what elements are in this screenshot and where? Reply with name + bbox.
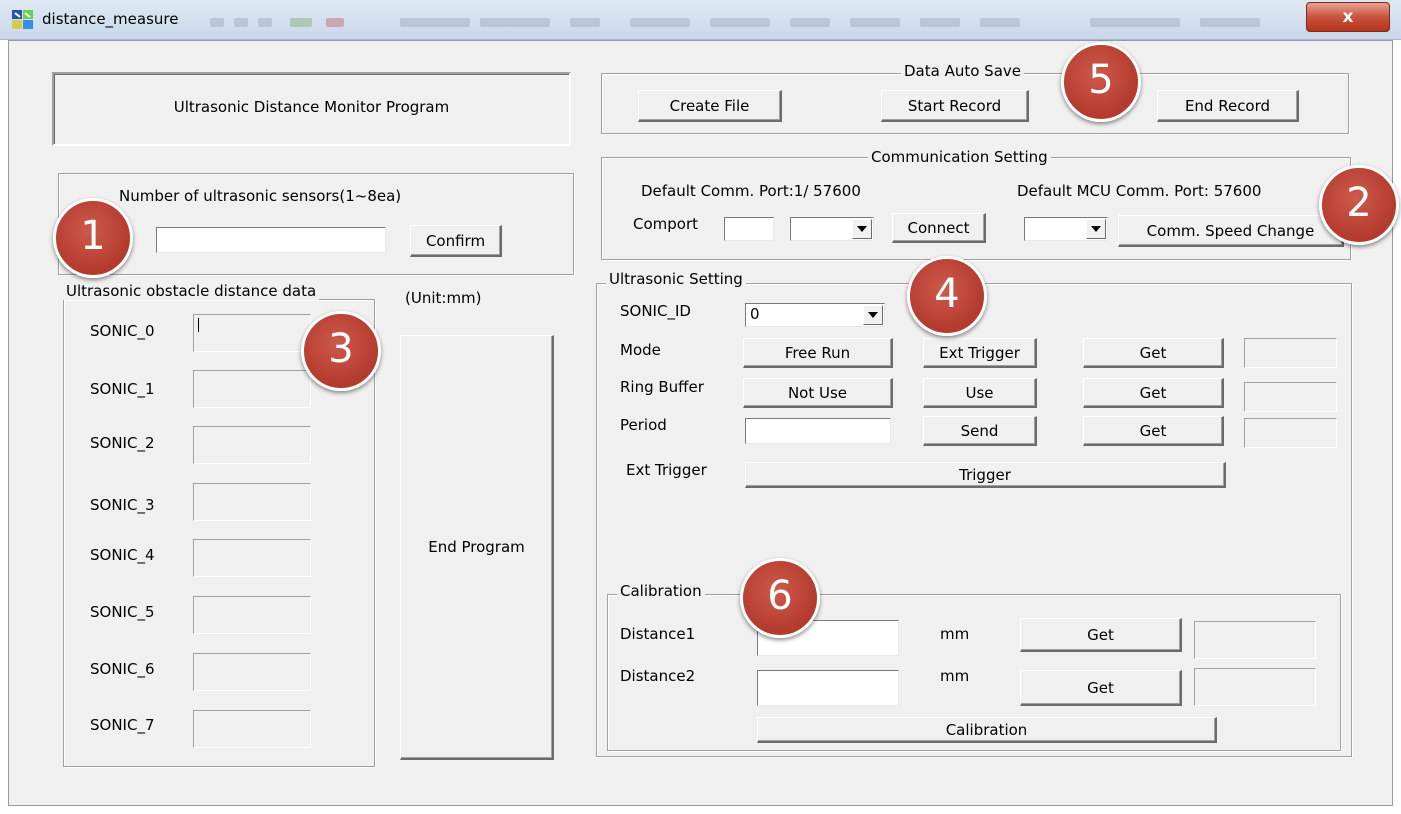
sonic-0-label: SONIC_0 <box>90 322 155 340</box>
sonic-4-label: SONIC_4 <box>90 546 155 564</box>
app-icon <box>12 10 33 29</box>
sonic-3-value <box>193 483 311 521</box>
comport-input[interactable] <box>724 217 774 241</box>
sonic-1-value <box>193 370 311 408</box>
distance1-unit: mm <box>940 625 970 643</box>
period-send-button[interactable]: Send <box>923 416 1037 446</box>
program-banner: Ultrasonic Distance Monitor Program <box>52 72 571 146</box>
sonic-5-value <box>193 596 311 634</box>
distance1-readout <box>1194 621 1316 659</box>
annotation-badge-1: 1 <box>53 198 133 278</box>
sonic-id-select[interactable]: 0 <box>745 303 885 327</box>
start-record-button[interactable]: Start Record <box>881 90 1029 122</box>
sonic-2-value <box>193 426 311 464</box>
period-input[interactable] <box>745 418 891 444</box>
ring-buffer-label: Ring Buffer <box>620 378 704 396</box>
period-get-button[interactable]: Get <box>1083 416 1224 446</box>
mode-label: Mode <box>620 341 661 359</box>
sonic-id-label: SONIC_ID <box>620 302 691 320</box>
annotation-badge-5: 5 <box>1061 42 1141 122</box>
sensor-count-label: Number of ultrasonic sensors(1~8ea) <box>119 187 402 205</box>
free-run-button[interactable]: Free Run <box>743 338 893 368</box>
sonic-7-value <box>193 710 311 748</box>
mcu-speed-select[interactable] <box>1024 217 1108 241</box>
distance2-input[interactable] <box>757 670 899 706</box>
mode-readout <box>1244 338 1337 368</box>
chevron-down-icon[interactable] <box>1086 219 1106 239</box>
confirm-button[interactable]: Confirm <box>410 225 502 257</box>
annotation-badge-2: 2 <box>1319 165 1399 245</box>
ultrasonic-setting-title: Ultrasonic Setting <box>606 270 746 288</box>
period-label: Period <box>620 416 667 434</box>
default-mcu-label: Default MCU Comm. Port: 57600 <box>1017 182 1262 200</box>
sonic-6-label: SONIC_6 <box>90 660 155 678</box>
sonic-6-value <box>193 653 311 691</box>
sonic-4-value <box>193 539 311 577</box>
sonic-7-label: SONIC_7 <box>90 716 155 734</box>
sensor-count-input[interactable] <box>156 227 386 253</box>
distance1-get-button[interactable]: Get <box>1020 618 1182 652</box>
ext-trigger-mode-button[interactable]: Ext Trigger <box>923 338 1037 368</box>
sonic-5-label: SONIC_5 <box>90 603 155 621</box>
period-readout <box>1244 418 1337 448</box>
auto-save-title: Data Auto Save <box>901 62 1024 80</box>
use-button[interactable]: Use <box>923 378 1037 408</box>
sonic-1-label: SONIC_1 <box>90 380 155 398</box>
window-title: distance_measure <box>42 10 179 28</box>
annotation-badge-6: 6 <box>740 558 820 638</box>
title-bar[interactable]: distance_measure x <box>0 0 1401 40</box>
distance-data-title: Ultrasonic obstacle distance data <box>63 282 320 300</box>
distance2-label: Distance2 <box>620 667 696 685</box>
not-use-button[interactable]: Not Use <box>743 378 893 408</box>
comm-speed-change-button[interactable]: Comm. Speed Change <box>1118 215 1344 247</box>
comport-label: Comport <box>633 215 699 233</box>
ext-trigger-label: Ext Trigger <box>626 461 707 479</box>
end-program-button[interactable]: End Program <box>400 335 554 760</box>
chevron-down-icon[interactable] <box>852 219 872 239</box>
ring-buffer-readout <box>1244 382 1337 412</box>
distance2-unit: mm <box>940 667 970 685</box>
distance2-get-button[interactable]: Get <box>1020 670 1182 706</box>
connect-button[interactable]: Connect <box>892 213 986 243</box>
end-record-button[interactable]: End Record <box>1157 90 1299 122</box>
distance1-label: Distance1 <box>620 625 696 643</box>
background-ghost-toolbar <box>210 4 1290 36</box>
distance2-readout <box>1194 668 1316 706</box>
program-banner-text: Ultrasonic Distance Monitor Program <box>173 98 450 116</box>
annotation-badge-4: 4 <box>907 256 987 336</box>
unit-label: (Unit:mm) <box>405 289 482 307</box>
mode-get-button[interactable]: Get <box>1083 338 1224 368</box>
sonic-2-label: SONIC_2 <box>90 434 155 452</box>
sonic-3-label: SONIC_3 <box>90 496 155 514</box>
default-port-label: Default Comm. Port:1/ 57600 <box>641 182 861 200</box>
ring-buffer-get-button[interactable]: Get <box>1083 378 1224 408</box>
sonic-0-value <box>193 314 311 352</box>
calibration-title: Calibration <box>617 582 705 600</box>
baud-rate-select[interactable] <box>790 217 874 241</box>
annotation-badge-3: 3 <box>301 311 381 391</box>
chevron-down-icon[interactable] <box>863 305 883 325</box>
create-file-button[interactable]: Create File <box>638 90 782 122</box>
close-icon: x <box>1342 7 1354 27</box>
text-caret <box>198 318 199 332</box>
close-button[interactable]: x <box>1306 2 1390 32</box>
trigger-button[interactable]: Trigger <box>745 462 1226 488</box>
communication-title: Communication Setting <box>868 148 1051 166</box>
calibration-button[interactable]: Calibration <box>757 717 1217 743</box>
